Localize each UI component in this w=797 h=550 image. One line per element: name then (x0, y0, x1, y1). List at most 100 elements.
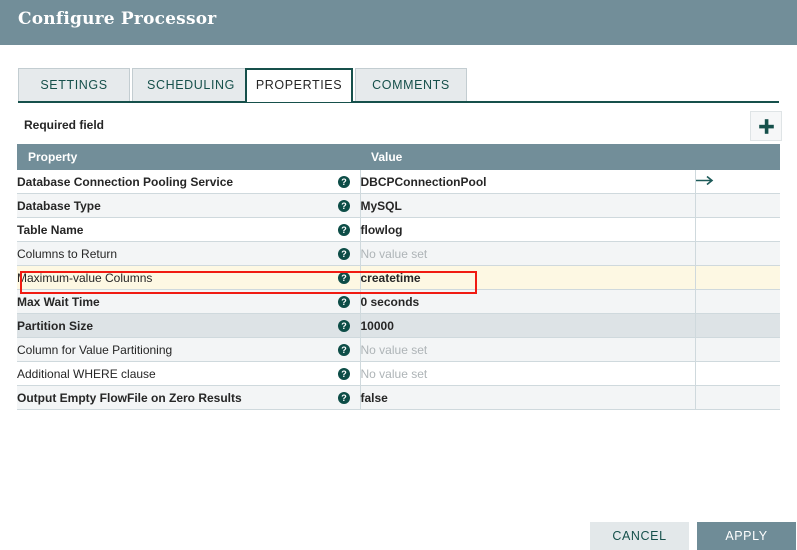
table-row[interactable]: Columns to Return? No value set (17, 241, 780, 266)
help-icon[interactable]: ? (337, 271, 350, 284)
property-action-cell (695, 289, 780, 314)
column-header-value: Value (360, 144, 695, 170)
property-value-cell[interactable]: 0 seconds (360, 289, 696, 314)
help-icon[interactable]: ? (337, 199, 350, 212)
property-name-cell: Partition Size? (17, 313, 361, 338)
property-value-label: false (360, 390, 388, 405)
property-name-cell: Max Wait Time? (17, 289, 361, 314)
table-row[interactable]: Table Name? flowlog (17, 217, 780, 242)
property-name-cell: Additional WHERE clause? (17, 361, 361, 386)
svg-text:?: ? (341, 321, 347, 331)
property-value-cell[interactable]: false (360, 385, 696, 410)
property-action-cell (695, 265, 780, 290)
help-icon[interactable]: ? (337, 343, 350, 356)
property-value-label: 0 seconds (360, 294, 420, 309)
tab-comments[interactable]: COMMENTS (355, 68, 467, 102)
property-value-label: createtime (360, 270, 421, 285)
property-name-label: Table Name (17, 222, 84, 237)
table-row[interactable]: Max Wait Time? 0 seconds (17, 289, 780, 314)
property-name-cell: Columns to Return? (17, 241, 361, 266)
svg-text:?: ? (341, 249, 347, 259)
property-value-cell[interactable]: 10000 (360, 313, 696, 338)
property-name-label: Maximum-value Columns (17, 270, 153, 285)
property-name-cell: Output Empty FlowFile on Zero Results? (17, 385, 361, 410)
tab-bar: SETTINGS SCHEDULING PROPERTIES COMMENTS (0, 68, 797, 102)
property-name-cell: Database Type? (17, 193, 361, 218)
table-row[interactable]: Maximum-value Columns? createtime (17, 265, 780, 290)
help-icon[interactable]: ? (337, 319, 350, 332)
svg-text:?: ? (341, 297, 347, 307)
property-name-cell: Column for Value Partitioning? (17, 337, 361, 362)
property-name-label: Column for Value Partitioning (17, 342, 173, 357)
property-action-cell (695, 217, 780, 242)
table-header: Property Value (17, 144, 780, 170)
svg-text:?: ? (341, 273, 347, 283)
table-row[interactable]: Additional WHERE clause? No value set (17, 361, 780, 386)
property-name-label: Database Type (17, 198, 101, 213)
property-name-cell: Table Name? (17, 217, 361, 242)
property-value-label: 10000 (360, 318, 394, 333)
property-value-cell[interactable]: flowlog (360, 217, 696, 242)
add-property-button[interactable] (750, 111, 782, 141)
property-name-label: Max Wait Time (17, 294, 100, 309)
column-header-property: Property (17, 144, 360, 170)
property-value-label: No value set (360, 246, 428, 261)
property-value-cell[interactable]: DBCPConnectionPool (360, 170, 696, 194)
help-icon[interactable]: ? (337, 223, 350, 236)
property-name-label: Partition Size (17, 318, 94, 333)
property-name-label: Additional WHERE clause (17, 366, 156, 381)
property-action-cell (695, 241, 780, 266)
property-value-cell[interactable]: No value set (360, 337, 696, 362)
apply-button[interactable]: APPLY (697, 522, 796, 550)
table-row[interactable]: Database Connection Pooling Service? DBCP… (17, 170, 780, 194)
go-to-arrow-icon[interactable] (695, 175, 716, 189)
property-action-cell (695, 313, 780, 338)
table-row[interactable]: Partition Size? 10000 (17, 313, 780, 338)
dialog-title-bar: Configure Processor (0, 0, 797, 45)
property-name-cell: Maximum-value Columns? (17, 265, 361, 290)
help-icon[interactable]: ? (337, 247, 350, 260)
table-row[interactable]: Column for Value Partitioning? No value s… (17, 337, 780, 362)
table-header-row: Property Value (17, 144, 780, 170)
tab-scheduling[interactable]: SCHEDULING (132, 68, 250, 102)
plus-icon (751, 118, 781, 135)
property-value-cell[interactable]: MySQL (360, 193, 696, 218)
property-value-label: MySQL (360, 198, 402, 213)
help-icon[interactable]: ? (337, 295, 350, 308)
help-icon[interactable]: ? (337, 391, 350, 404)
help-icon[interactable]: ? (337, 367, 350, 380)
svg-text:?: ? (341, 369, 347, 379)
property-action-cell (695, 193, 780, 218)
property-action-cell (695, 385, 780, 410)
property-value-label: flowlog (360, 222, 403, 237)
tab-properties[interactable]: PROPERTIES (245, 68, 353, 102)
property-action-cell (695, 337, 780, 362)
cancel-button[interactable]: CANCEL (590, 522, 689, 550)
property-name-label: Columns to Return (17, 246, 118, 261)
property-action-cell (695, 361, 780, 386)
property-value-label: DBCPConnectionPool (360, 174, 487, 189)
property-value-label: No value set (360, 342, 428, 357)
table-body: Database Connection Pooling Service? DBCP… (17, 170, 780, 410)
required-field-legend: Required field (24, 118, 105, 132)
property-action-cell (695, 170, 780, 194)
help-icon[interactable]: ? (337, 175, 350, 188)
property-name-label: Output Empty FlowFile on Zero Results (17, 390, 242, 405)
table-row[interactable]: Database Type? MySQL (17, 193, 780, 218)
tab-settings[interactable]: SETTINGS (18, 68, 130, 102)
property-name-cell: Database Connection Pooling Service? (17, 170, 361, 194)
properties-table: Property Value Database Connection Pooli… (17, 144, 780, 410)
property-value-cell[interactable]: No value set (360, 241, 696, 266)
table-row[interactable]: Output Empty FlowFile on Zero Results? fa… (17, 385, 780, 410)
property-value-label: No value set (360, 366, 428, 381)
svg-text:?: ? (341, 177, 347, 187)
svg-text:?: ? (341, 201, 347, 211)
property-value-cell[interactable]: No value set (360, 361, 696, 386)
property-value-cell[interactable]: createtime (360, 265, 696, 290)
property-name-label: Database Connection Pooling Service (17, 174, 234, 189)
svg-text:?: ? (341, 393, 347, 403)
tab-underline (18, 101, 779, 103)
column-header-actions (695, 144, 780, 170)
svg-text:?: ? (341, 225, 347, 235)
svg-text:?: ? (341, 345, 347, 355)
